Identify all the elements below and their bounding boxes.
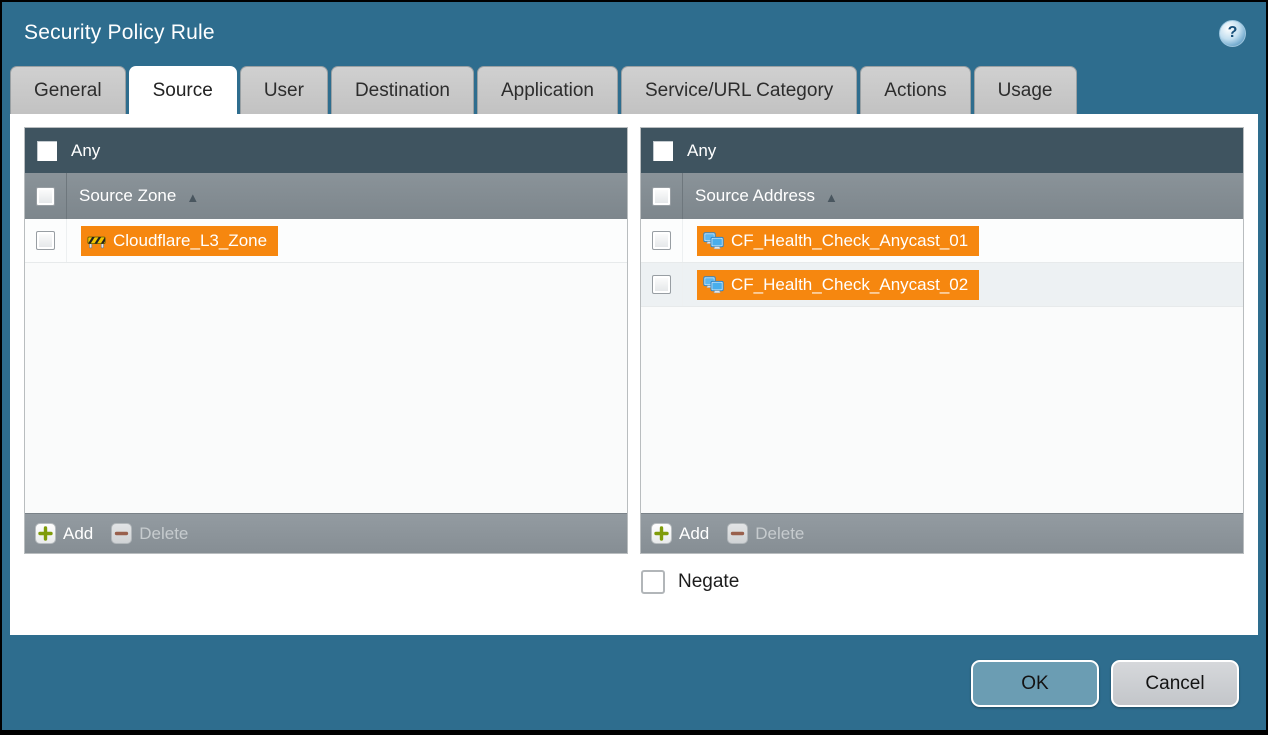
source-address-column-label: Source Address — [695, 186, 815, 206]
security-policy-rule-dialog: Security Policy Rule ? General Source Us… — [0, 0, 1268, 735]
delete-button[interactable]: Delete — [111, 523, 188, 544]
tab-user[interactable]: User — [240, 66, 328, 114]
table-row[interactable]: Cloudflare_L3_Zone — [25, 219, 627, 263]
negate-label: Negate — [678, 571, 739, 593]
cancel-button[interactable]: Cancel — [1111, 660, 1239, 707]
source-zone-any-row[interactable]: Any — [25, 128, 627, 173]
source-address-table-body: CF_Health_Check_Anycast_01 — [641, 219, 1243, 513]
source-zone-column-header[interactable]: Source Zone ▲ — [25, 173, 627, 219]
row-checkbox[interactable] — [652, 231, 671, 250]
source-address-any-label: Any — [687, 141, 716, 161]
add-button[interactable]: Add — [651, 523, 709, 544]
source-zone-table-body: Cloudflare_L3_Zone — [25, 219, 627, 513]
source-zone-any-checkbox[interactable] — [37, 141, 57, 161]
source-address-select-all-checkbox[interactable] — [652, 187, 671, 206]
dialog-footer: OK Cancel — [2, 635, 1266, 730]
source-address-footer: Add Delete — [641, 513, 1243, 553]
tab-service-url-category[interactable]: Service/URL Category — [621, 66, 857, 114]
add-button[interactable]: Add — [35, 523, 93, 544]
source-address-column-header[interactable]: Source Address ▲ — [641, 173, 1243, 219]
titlebar: Security Policy Rule ? — [2, 2, 1266, 64]
row-checkbox[interactable] — [652, 275, 671, 294]
source-address-panel: Any Source Address ▲ — [640, 127, 1244, 554]
source-zone-column-label: Source Zone — [79, 186, 176, 206]
sort-asc-icon: ▲ — [186, 188, 199, 205]
tab-bar: General Source User Destination Applicat… — [2, 64, 1266, 114]
address-icon — [703, 232, 724, 250]
row-label: Cloudflare_L3_Zone — [113, 231, 267, 251]
row-label: CF_Health_Check_Anycast_01 — [731, 231, 968, 251]
zone-tag[interactable]: Cloudflare_L3_Zone — [81, 226, 278, 256]
tab-application[interactable]: Application — [477, 66, 618, 114]
zone-icon — [87, 233, 106, 249]
source-zone-any-label: Any — [71, 141, 100, 161]
table-row[interactable]: CF_Health_Check_Anycast_01 — [641, 219, 1243, 263]
negate-checkbox[interactable] — [641, 570, 665, 594]
address-tag[interactable]: CF_Health_Check_Anycast_01 — [697, 226, 979, 256]
minus-icon — [111, 523, 132, 544]
address-icon — [703, 276, 724, 294]
source-address-any-row[interactable]: Any — [641, 128, 1243, 173]
minus-icon — [727, 523, 748, 544]
ok-button[interactable]: OK — [971, 660, 1099, 707]
delete-button[interactable]: Delete — [727, 523, 804, 544]
tab-content: Any Source Zone ▲ — [10, 114, 1258, 635]
tab-usage[interactable]: Usage — [974, 66, 1077, 114]
source-zone-panel: Any Source Zone ▲ — [24, 127, 628, 554]
table-row[interactable]: CF_Health_Check_Anycast_02 — [641, 263, 1243, 307]
sort-asc-icon: ▲ — [825, 188, 838, 205]
tab-general[interactable]: General — [10, 66, 126, 114]
negate-row: Negate — [641, 570, 1244, 594]
dialog-title: Security Policy Rule — [24, 21, 215, 45]
row-label: CF_Health_Check_Anycast_02 — [731, 275, 968, 295]
source-zone-footer: Add Delete — [25, 513, 627, 553]
tab-source[interactable]: Source — [129, 66, 237, 114]
address-tag[interactable]: CF_Health_Check_Anycast_02 — [697, 270, 979, 300]
tab-destination[interactable]: Destination — [331, 66, 474, 114]
source-address-any-checkbox[interactable] — [653, 141, 673, 161]
plus-icon — [35, 523, 56, 544]
plus-icon — [651, 523, 672, 544]
source-zone-select-all-checkbox[interactable] — [36, 187, 55, 206]
help-icon[interactable]: ? — [1219, 20, 1246, 47]
row-checkbox[interactable] — [36, 231, 55, 250]
tab-actions[interactable]: Actions — [860, 66, 970, 114]
